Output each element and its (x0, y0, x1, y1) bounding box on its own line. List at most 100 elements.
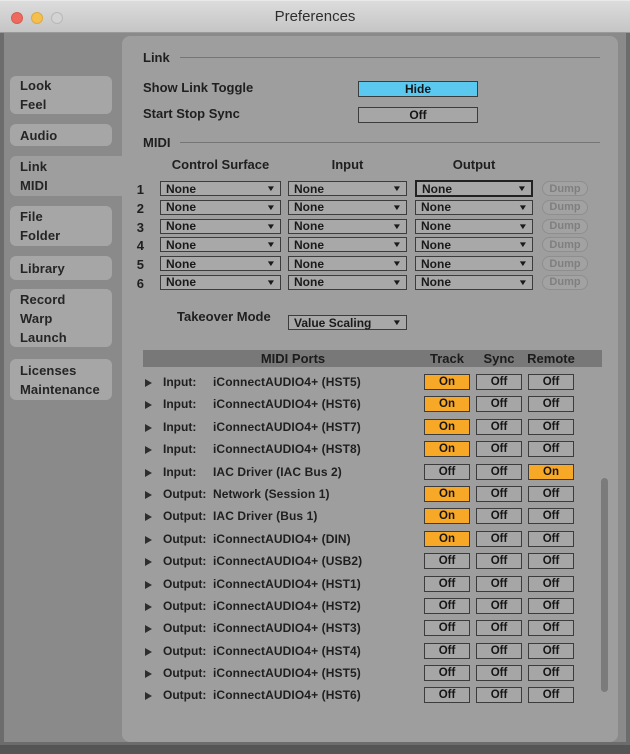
sidebar-item-library[interactable]: Library (10, 256, 112, 280)
expand-triangle-icon[interactable] (145, 490, 152, 499)
control-surface-select[interactable]: None ▼ (160, 181, 281, 196)
dump-button[interactable]: Dump (542, 181, 588, 196)
sidebar-item-file-folder[interactable]: File Folder (10, 206, 112, 246)
expand-triangle-icon[interactable] (145, 625, 152, 634)
sync-toggle[interactable]: Off (476, 575, 522, 592)
remote-toggle[interactable]: On (528, 463, 574, 480)
output-select[interactable]: None ▼ (415, 218, 533, 234)
track-toggle[interactable]: Off (424, 553, 470, 570)
minimize-button[interactable] (31, 12, 43, 24)
dump-button[interactable]: Dump (542, 237, 588, 253)
sync-toggle[interactable]: Off (476, 396, 522, 413)
track-toggle[interactable]: On (424, 441, 470, 458)
track-toggle[interactable]: On (424, 508, 470, 525)
track-toggle[interactable]: Off (424, 665, 470, 682)
track-toggle[interactable]: Off (424, 620, 470, 637)
output-select[interactable]: None ▼ (415, 199, 533, 215)
show-link-toggle-button[interactable]: Hide (358, 81, 478, 97)
sync-toggle[interactable]: Off (476, 374, 522, 390)
expand-triangle-icon[interactable] (145, 379, 152, 387)
sync-toggle[interactable]: Off (476, 597, 522, 614)
control-surface-select[interactable]: None ▼ (160, 199, 281, 215)
input-select[interactable]: None ▼ (288, 199, 407, 215)
control-surface-select[interactable]: None ▼ (160, 274, 281, 290)
close-button[interactable] (11, 12, 23, 24)
remote-toggle[interactable]: Off (528, 687, 574, 704)
expand-triangle-icon[interactable] (145, 692, 152, 701)
sync-toggle[interactable]: Off (476, 463, 522, 480)
track-toggle[interactable]: On (424, 485, 470, 502)
track-toggle[interactable]: Off (424, 597, 470, 614)
input-select[interactable]: None ▼ (288, 181, 407, 196)
remote-toggle[interactable]: Off (528, 374, 574, 390)
control-surface-select[interactable]: None ▼ (160, 237, 281, 253)
expand-triangle-icon[interactable] (145, 468, 152, 477)
remote-toggle[interactable]: Off (528, 396, 574, 413)
input-select[interactable]: None ▼ (288, 256, 407, 272)
sync-toggle[interactable]: Off (476, 687, 522, 704)
dump-button[interactable]: Dump (542, 199, 588, 215)
expand-triangle-icon[interactable] (145, 647, 152, 656)
remote-toggle[interactable]: Off (528, 418, 574, 435)
remote-toggle[interactable]: Off (528, 642, 574, 659)
expand-triangle-icon[interactable] (145, 580, 152, 589)
expand-triangle-icon[interactable] (145, 602, 152, 611)
expand-triangle-icon[interactable] (145, 513, 152, 522)
dump-button[interactable]: Dump (542, 256, 588, 272)
track-toggle[interactable]: Off (424, 463, 470, 480)
control-surface-select[interactable]: None ▼ (160, 256, 281, 272)
remote-toggle[interactable]: Off (528, 665, 574, 682)
sync-toggle[interactable]: Off (476, 418, 522, 435)
takeover-mode-select[interactable]: Value Scaling ▼ (288, 315, 407, 330)
sync-toggle[interactable]: Off (476, 508, 522, 525)
expand-triangle-icon[interactable] (145, 401, 152, 410)
remote-toggle[interactable]: Off (528, 553, 574, 570)
control-surface-select[interactable]: None ▼ (160, 218, 281, 234)
sidebar-item-link-midi[interactable]: Link MIDI (10, 156, 128, 196)
output-select[interactable]: None ▼ (415, 180, 533, 197)
expand-triangle-icon[interactable] (145, 558, 152, 567)
sync-toggle[interactable]: Off (476, 530, 522, 547)
remote-toggle[interactable]: Off (528, 530, 574, 547)
row-number: 1 (136, 182, 144, 197)
track-toggle[interactable]: On (424, 396, 470, 413)
remote-toggle[interactable]: Off (528, 508, 574, 525)
remote-toggle[interactable]: Off (528, 485, 574, 502)
remote-toggle[interactable]: Off (528, 620, 574, 637)
track-toggle[interactable]: Off (424, 575, 470, 592)
input-select[interactable]: None ▼ (288, 274, 407, 290)
track-toggle[interactable]: Off (424, 642, 470, 659)
track-toggle[interactable]: On (424, 418, 470, 435)
expand-triangle-icon[interactable] (145, 423, 152, 432)
output-select[interactable]: None ▼ (415, 237, 533, 253)
sync-toggle[interactable]: Off (476, 665, 522, 682)
remote-toggle[interactable]: Off (528, 575, 574, 592)
sync-toggle[interactable]: Off (476, 553, 522, 570)
dump-button[interactable]: Dump (542, 218, 588, 234)
port-type-label: Output: (163, 643, 207, 658)
expand-triangle-icon[interactable] (145, 670, 152, 679)
sidebar-item-look-feel[interactable]: Look Feel (10, 76, 112, 114)
track-toggle[interactable]: On (424, 530, 470, 547)
remote-toggle[interactable]: Off (528, 441, 574, 458)
sidebar-item-audio[interactable]: Audio (10, 124, 112, 146)
sync-toggle[interactable]: Off (476, 642, 522, 659)
remote-toggle[interactable]: Off (528, 597, 574, 614)
sidebar-item-record-warp-launch[interactable]: Record Warp Launch (10, 289, 112, 347)
expand-triangle-icon[interactable] (145, 535, 152, 544)
track-toggle[interactable]: Off (424, 687, 470, 704)
output-select[interactable]: None ▼ (415, 274, 533, 290)
input-select[interactable]: None ▼ (288, 218, 407, 234)
sidebar-item-label: MIDI (20, 178, 48, 193)
output-select[interactable]: None ▼ (415, 256, 533, 272)
sync-toggle[interactable]: Off (476, 485, 522, 502)
input-select[interactable]: None ▼ (288, 237, 407, 253)
start-stop-sync-button[interactable]: Off (358, 107, 478, 123)
dump-button[interactable]: Dump (542, 274, 588, 290)
sync-toggle[interactable]: Off (476, 620, 522, 637)
expand-triangle-icon[interactable] (145, 446, 152, 455)
sidebar-item-licenses-maintenance[interactable]: Licenses Maintenance (10, 359, 112, 400)
scrollbar-thumb[interactable] (601, 478, 608, 692)
sync-toggle[interactable]: Off (476, 441, 522, 458)
track-toggle[interactable]: On (424, 374, 470, 390)
